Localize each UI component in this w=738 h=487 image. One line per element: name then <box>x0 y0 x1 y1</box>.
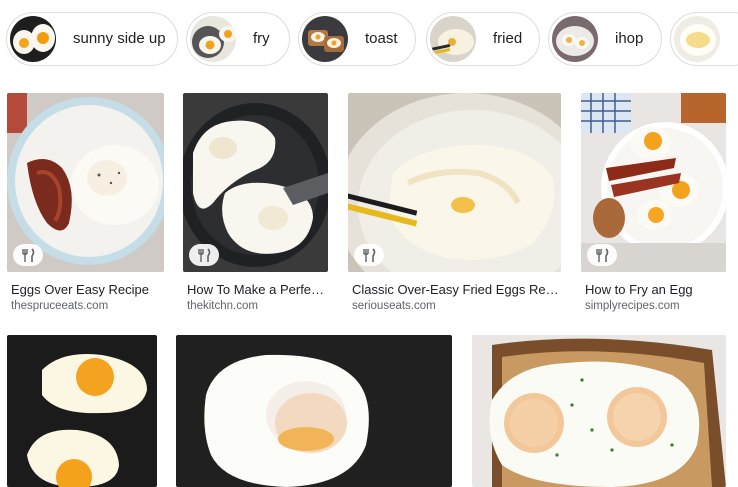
chip-label: fry <box>253 30 270 47</box>
result-source: seriouseats.com <box>352 300 436 312</box>
image-result[interactable] <box>176 335 452 487</box>
result-source: thespruceeats.com <box>11 300 109 312</box>
image-result[interactable] <box>7 335 157 487</box>
related-searches-row: sunny side up fry toast fried ihop <box>0 0 738 80</box>
chip-fry[interactable]: fry <box>186 12 290 66</box>
result-image[interactable] <box>183 93 328 272</box>
fried-eggs-thumbnail <box>430 16 476 62</box>
chip-label: fried <box>493 30 523 47</box>
recipe-utensils-icon <box>587 244 617 266</box>
image-result[interactable]: Eggs Over Easy Recipe thespruceeats.com <box>7 93 164 313</box>
chip-more[interactable] <box>670 12 738 66</box>
chip-sunny-side-up[interactable]: sunny side up <box>6 12 178 66</box>
result-image[interactable] <box>472 335 726 487</box>
image-result[interactable] <box>472 335 726 487</box>
recipe-utensils-icon <box>189 244 219 266</box>
result-title[interactable]: How to Fry an Egg <box>585 282 726 297</box>
egg-toast-thumbnail <box>302 16 348 62</box>
egg-plate-thumbnail <box>674 16 720 62</box>
fried-egg-thumbnail <box>190 16 236 62</box>
chip-label: sunny side up <box>73 30 166 47</box>
result-title[interactable]: Eggs Over Easy Recipe <box>11 282 161 297</box>
chip-toast[interactable]: toast <box>298 12 416 66</box>
image-result[interactable]: How To Make a Perfect… thekitchn.com <box>183 93 328 313</box>
result-image[interactable] <box>176 335 452 487</box>
recipe-utensils-icon <box>354 244 384 266</box>
chip-ihop[interactable]: ihop <box>548 12 662 66</box>
result-image[interactable] <box>7 93 164 272</box>
image-result[interactable]: Classic Over-Easy Fried Eggs Recip… seri… <box>348 93 561 313</box>
chip-fried[interactable]: fried <box>426 12 540 66</box>
chip-label: toast <box>365 30 398 47</box>
result-image[interactable] <box>581 93 726 272</box>
result-source: thekitchn.com <box>187 300 258 312</box>
result-image[interactable] <box>7 335 157 487</box>
result-title[interactable]: Classic Over-Easy Fried Eggs Recip… <box>352 282 561 297</box>
recipe-utensils-icon <box>13 244 43 266</box>
result-source: simplyrecipes.com <box>585 300 680 312</box>
chip-label: ihop <box>615 30 644 47</box>
result-image[interactable] <box>348 93 561 272</box>
image-result[interactable]: How to Fry an Egg simplyrecipes.com <box>581 93 726 313</box>
result-title[interactable]: How To Make a Perfect… <box>187 282 328 297</box>
sunny-egg-thumbnail <box>10 16 56 62</box>
ihop-eggs-thumbnail <box>552 16 598 62</box>
